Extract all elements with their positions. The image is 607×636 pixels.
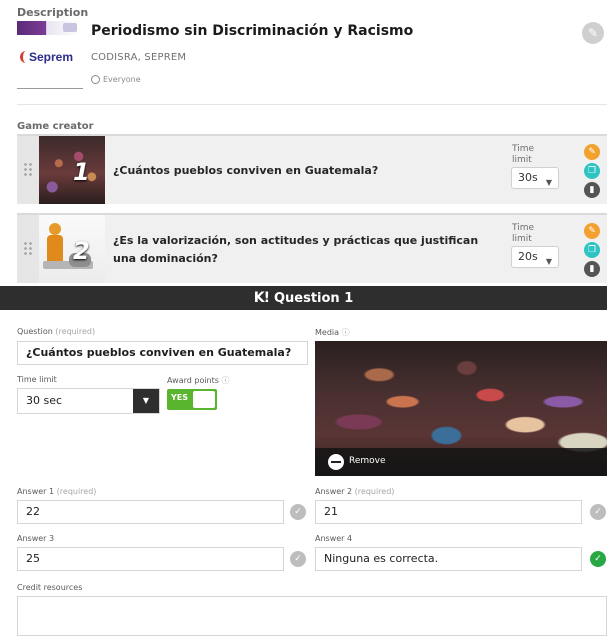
delete-question-button[interactable]: ▮ xyxy=(584,182,600,198)
answer-3-input[interactable]: 25 xyxy=(17,547,284,571)
description-thumbnail[interactable] xyxy=(17,21,81,35)
description-label: Description xyxy=(17,6,89,19)
duplicate-question-button[interactable]: ❐ xyxy=(584,163,600,179)
trash-icon: ▮ xyxy=(589,185,595,195)
chevron-down-icon: ▼ xyxy=(133,389,159,413)
edit-question-button[interactable]: ✎ xyxy=(584,144,600,160)
delete-question-button[interactable]: ▮ xyxy=(584,261,600,277)
question-text: ¿Es la valorización, son actitudes y prá… xyxy=(113,234,479,265)
section-divider xyxy=(17,104,607,105)
seprem-logo: Seprem xyxy=(20,50,73,64)
answer-2-correct-toggle[interactable]: ✓ xyxy=(590,504,606,520)
question-card[interactable]: 1 ¿Cuántos pueblos conviven en Guatemala… xyxy=(17,134,607,204)
check-icon: ✓ xyxy=(594,554,602,564)
remove-media-button[interactable]: Remove xyxy=(315,448,607,476)
visibility-info: Everyone xyxy=(91,75,141,84)
question-field-label: Question (required) xyxy=(17,327,96,336)
answer-2-input[interactable]: 21 xyxy=(315,500,582,524)
duplicate-icon: ❐ xyxy=(587,245,597,255)
kahoot-title: Periodismo sin Discriminación y Racismo xyxy=(91,23,414,39)
trash-icon: ▮ xyxy=(589,264,595,274)
pencil-icon: ✎ xyxy=(588,226,596,236)
answer-4-label: Answer 4 xyxy=(315,534,353,543)
question-editor-header: K! Question 1 xyxy=(0,286,607,310)
time-limit-select[interactable]: 30s ▼ xyxy=(511,167,559,189)
check-icon: ✓ xyxy=(294,554,302,564)
answer-1-input[interactable]: 22 xyxy=(17,500,284,524)
globe-icon xyxy=(91,75,100,84)
question-text: ¿Cuántos pueblos conviven en Guatemala? xyxy=(113,164,379,177)
check-icon: ✓ xyxy=(294,507,302,517)
question-number: 2 xyxy=(73,237,90,265)
answer-1-label: Answer 1 (required) xyxy=(17,487,97,496)
drag-handle-icon[interactable] xyxy=(17,136,39,204)
editor-title: Question 1 xyxy=(273,291,354,306)
pencil-icon: ✎ xyxy=(587,26,599,40)
media-image[interactable]: Remove xyxy=(315,341,607,476)
chevron-down-icon: ▼ xyxy=(545,257,552,266)
credit-resources-label: Credit resources xyxy=(17,583,83,592)
question-input[interactable]: ¿Cuántos pueblos conviven en Guatemala? xyxy=(17,341,308,365)
game-creator-label: Game creator xyxy=(17,121,94,132)
time-limit-field-label: Time limit xyxy=(17,375,57,384)
chevron-down-icon: ▼ xyxy=(545,178,552,187)
kahoot-logo: K! xyxy=(253,290,270,306)
edit-question-button[interactable]: ✎ xyxy=(584,223,600,239)
check-icon: ✓ xyxy=(594,507,602,517)
answer-3-label: Answer 3 xyxy=(17,534,55,543)
answer-4-input[interactable]: Ninguna es correcta. xyxy=(315,547,582,571)
award-points-toggle[interactable]: YES xyxy=(167,389,217,410)
media-label: Media ⓘ xyxy=(315,328,350,337)
answer-3-correct-toggle[interactable]: ✓ xyxy=(290,551,306,567)
question-thumbnail xyxy=(39,215,105,283)
time-limit-label: Time limit xyxy=(512,223,535,244)
info-icon: ⓘ xyxy=(341,328,350,337)
logo-underline xyxy=(17,88,83,89)
time-limit-label: Time limit xyxy=(512,144,535,165)
duplicate-question-button[interactable]: ❐ xyxy=(584,242,600,258)
minus-circle-icon xyxy=(328,454,344,470)
answer-1-correct-toggle[interactable]: ✓ xyxy=(290,504,306,520)
question-card[interactable]: 2 ¿Es la valorización, son actitudes y p… xyxy=(17,213,607,283)
duplicate-icon: ❐ xyxy=(587,166,597,176)
kahoot-authors: CODISRA, SEPREM xyxy=(91,52,187,63)
answer-4-correct-toggle[interactable]: ✓ xyxy=(590,551,606,567)
award-points-label: Award points ⓘ xyxy=(167,376,230,385)
info-icon: ⓘ xyxy=(221,376,230,385)
pencil-icon: ✎ xyxy=(588,147,596,157)
answer-2-label: Answer 2 (required) xyxy=(315,487,395,496)
credit-resources-input[interactable] xyxy=(17,596,607,636)
question-number: 1 xyxy=(73,158,90,186)
drag-handle-icon[interactable] xyxy=(17,215,39,283)
question-thumbnail xyxy=(39,136,105,204)
edit-description-button[interactable]: ✎ xyxy=(582,22,604,44)
time-limit-dropdown[interactable]: 30 sec ▼ xyxy=(17,388,160,414)
time-limit-select[interactable]: 20s ▼ xyxy=(511,246,559,268)
